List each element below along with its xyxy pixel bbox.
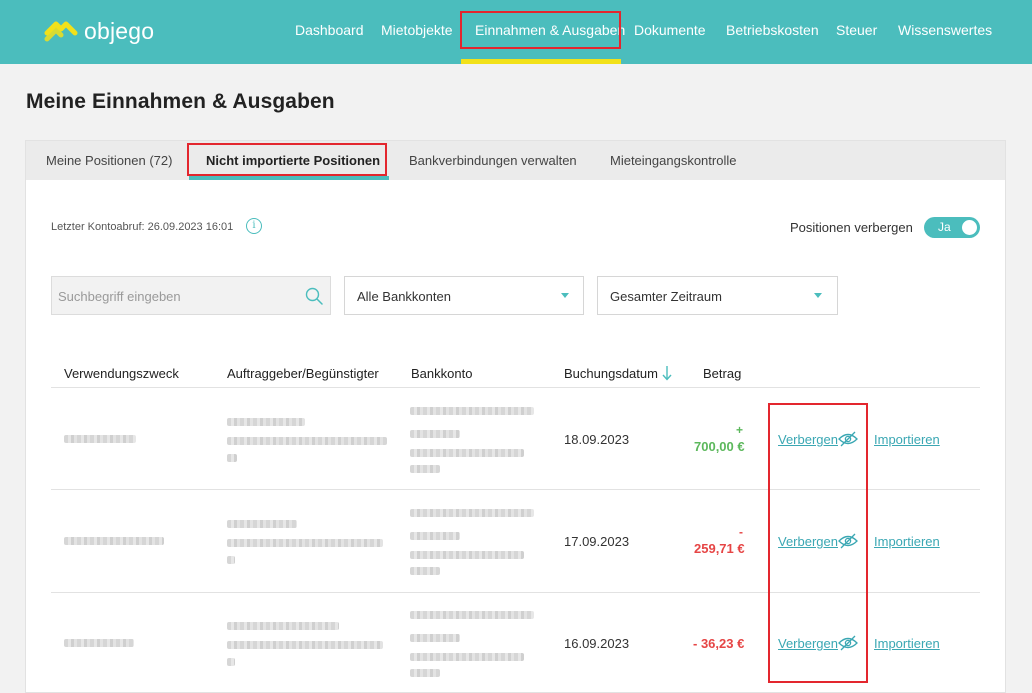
- booking-date: 17.09.2023: [564, 534, 630, 549]
- nav-dashboard[interactable]: Dashboard: [295, 22, 364, 38]
- blurred-bank-account: [410, 634, 460, 642]
- blurred-bank-account: [410, 465, 440, 473]
- blurred-payer: [227, 418, 305, 426]
- blurred-purpose: [64, 639, 134, 647]
- tab-meine-positionen[interactable]: Meine Positionen (72): [46, 153, 172, 168]
- page-title: Meine Einnahmen & Ausgaben: [26, 90, 335, 113]
- period-select-value: Gesamter Zeitraum: [610, 289, 722, 304]
- table-header-divider: [51, 387, 980, 388]
- nav-steuer[interactable]: Steuer: [836, 22, 877, 38]
- last-fetch-text: Letzter Kontoabruf: 26.09.2023 16:01: [51, 221, 234, 233]
- blurred-bank-account: [410, 669, 440, 677]
- import-link[interactable]: Importieren: [874, 636, 940, 651]
- blurred-bank-account: [410, 532, 460, 540]
- column-header-betrag[interactable]: Betrag: [703, 366, 741, 381]
- import-link[interactable]: Importieren: [874, 534, 940, 549]
- sort-arrow-down-icon[interactable]: [661, 365, 673, 381]
- info-icon[interactable]: i: [246, 218, 262, 234]
- import-link[interactable]: Importieren: [874, 432, 940, 447]
- blurred-bank-account: [410, 567, 440, 575]
- search-box: [51, 276, 331, 315]
- bank-account-select-value: Alle Bankkonten: [357, 289, 451, 304]
- tab-active-indicator: [189, 176, 389, 180]
- nav-active-indicator: [461, 59, 621, 64]
- top-navigation-bar: objego Dashboard Mietobjekte Einnahmen &…: [0, 0, 1032, 64]
- blurred-payer: [227, 658, 235, 666]
- tab-highlight-annotation: [187, 143, 387, 176]
- toggle-knob: [962, 220, 977, 235]
- blurred-payer: [227, 520, 297, 528]
- nav-wissenswertes[interactable]: Wissenswertes: [898, 22, 992, 38]
- amount: 259,71 €: [694, 541, 745, 556]
- column-header-auftraggeber[interactable]: Auftraggeber/Begünstigter: [227, 366, 379, 381]
- amount: 700,00 €: [694, 439, 745, 454]
- booking-date: 16.09.2023: [564, 636, 630, 651]
- blurred-bank-account: [410, 430, 460, 438]
- hide-positions-label: Positionen verbergen: [790, 220, 913, 235]
- blurred-bank-account: [410, 449, 524, 457]
- blurred-payer: [227, 622, 339, 630]
- amount: - 36,23 €: [693, 636, 745, 651]
- blurred-payer: [227, 454, 237, 462]
- blurred-bank-account: [410, 653, 524, 661]
- blurred-bank-account: [410, 611, 534, 619]
- search-input[interactable]: [58, 286, 298, 306]
- amount-sign: +: [736, 423, 744, 437]
- toggle-label: Ja: [938, 220, 951, 234]
- objego-logo-icon: [44, 21, 78, 42]
- column-header-bankkonto[interactable]: Bankkonto: [411, 366, 472, 381]
- nav-dokumente[interactable]: Dokumente: [634, 22, 706, 38]
- brand-name: objego: [84, 17, 155, 44]
- nav-betriebskosten[interactable]: Betriebskosten: [726, 22, 819, 38]
- column-header-buchungsdatum[interactable]: Buchungsdatum: [564, 366, 658, 381]
- blurred-purpose: [64, 537, 164, 545]
- period-select[interactable]: Gesamter Zeitraum: [597, 276, 838, 315]
- blurred-payer: [227, 539, 383, 547]
- blurred-bank-account: [410, 407, 534, 415]
- tab-bar: Meine Positionen (72) Nicht importierte …: [26, 141, 1005, 180]
- amount-sign: -: [739, 525, 743, 539]
- search-icon[interactable]: [305, 287, 323, 305]
- bank-account-select[interactable]: Alle Bankkonten: [344, 276, 584, 315]
- blurred-payer: [227, 641, 383, 649]
- blurred-bank-account: [410, 509, 534, 517]
- tab-mieteingangskontrolle[interactable]: Mieteingangskontrolle: [610, 153, 736, 168]
- blurred-bank-account: [410, 551, 524, 559]
- brand-logo[interactable]: objego: [44, 17, 154, 45]
- nav-highlight-annotation: [460, 11, 621, 49]
- blurred-payer: [227, 437, 387, 445]
- hide-column-annotation: [768, 403, 868, 683]
- chevron-down-icon: [814, 293, 822, 298]
- hide-positions-toggle[interactable]: Ja: [924, 217, 980, 238]
- blurred-payer: [227, 556, 235, 564]
- blurred-purpose: [64, 435, 136, 443]
- tab-bankverbindungen[interactable]: Bankverbindungen verwalten: [409, 153, 577, 168]
- content-card: Meine Positionen (72) Nicht importierte …: [25, 140, 1006, 693]
- chevron-down-icon: [561, 293, 569, 298]
- nav-mietobjekte[interactable]: Mietobjekte: [381, 22, 453, 38]
- booking-date: 18.09.2023: [564, 432, 630, 447]
- column-header-verwendungszweck[interactable]: Verwendungszweck: [64, 366, 179, 381]
